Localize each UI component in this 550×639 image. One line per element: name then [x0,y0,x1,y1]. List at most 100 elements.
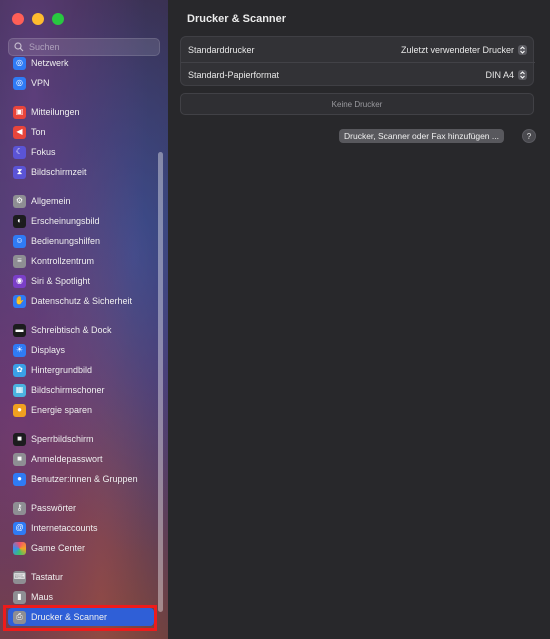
sidebar-nav: ◎ Netzwerk ◎ VPN ▣ Mitteilungen ◀ Ton ☾ Fokus ⧗ Bil… [0,56,160,639]
default-printer-label: Standarddrucker [188,44,255,55]
flower-icon: ✿ [13,363,26,377]
sidebar-item-game-center[interactable]: Game Center [8,539,154,557]
paper-size-value: DIN A4 [485,70,514,80]
sidebar-item-displays[interactable]: ☀ Displays [8,341,154,359]
sidebar-item-label: Datenschutz & Sicherheit [31,296,133,306]
gear-icon: ⚙ [13,194,26,208]
lock-icon: ■ [13,452,26,466]
sidebar-item-netzwerk[interactable]: ◎ Netzwerk [8,56,154,72]
speaker-icon: ◀ [13,125,26,139]
sidebar-item-label: Bedienungshilfen [31,236,101,246]
sidebar-item-label: Passwörter [31,503,77,513]
sidebar-item-erscheinungsbild[interactable]: ◐ Erscheinungsbild [8,212,154,230]
sidebar-item-label: Benutzer:innen & Gruppen [31,474,138,484]
sidebar-item-sperrbildschirm[interactable]: ■ Sperrbildschirm [8,430,154,448]
sidebar-item-label: Game Center [31,543,86,553]
sidebar-item-label: Hintergrundbild [31,365,93,375]
sidebar-item-label: Erscheinungsbild [31,216,100,226]
sun-icon: ☀ [13,343,26,357]
search-icon [14,42,24,52]
game-center-icon [13,541,26,555]
mouse-icon: ▮ [13,590,26,604]
chevron-updown-icon [518,70,527,80]
page-title: Drucker & Scanner [187,13,287,25]
sidebar-item-ton[interactable]: ◀ Ton [8,123,154,141]
at-icon: @ [13,521,26,535]
paper-size-label: Standard-Papierformat [188,70,280,80]
sidebar-item-label: Mitteilungen [31,107,80,117]
sidebar-item-label: Sperrbildschirm [31,434,94,444]
accessibility-icon: ☺ [13,234,26,248]
printer-settings-group: Standarddrucker Zuletzt verwendeter Druc… [180,36,535,87]
zoom-window-button[interactable] [52,13,64,25]
lock-icon: ■ [13,432,26,446]
sidebar-item-label: Tastatur [31,572,64,582]
bulb-icon: ● [13,403,26,417]
close-window-button[interactable] [12,13,24,25]
sidebar-item-label: VPN [31,78,50,88]
sidebar-item-label: Bildschirmschoner [31,385,105,395]
search-input[interactable] [29,42,149,52]
sidebar-scrollbar[interactable] [158,152,163,612]
sidebar-item-label: Siri & Spotlight [31,276,91,286]
sidebar-item-kontrollzentrum[interactable]: ≡ Kontrollzentrum [8,252,154,270]
main-pane: Drucker & Scanner Standarddrucker Zuletz… [168,0,550,639]
sidebar-item-label: Netzwerk [31,58,69,68]
sidebar-item-schreibtisch-dock[interactable]: ▬ Schreibtisch & Dock [8,321,154,339]
help-button[interactable]: ? [522,129,536,143]
sidebar-item-datenschutz-sicherheit[interactable]: ✋ Datenschutz & Sicherheit [8,292,154,310]
sidebar-item-label: Kontrollzentrum [31,256,95,266]
sidebar-item-vpn[interactable]: ◎ VPN [8,74,154,92]
keyboard-icon: ⌨ [13,570,26,584]
globe-icon: ◎ [13,76,26,90]
sidebar-item-label: Internetaccounts [31,523,98,533]
switches-icon: ≡ [13,254,26,268]
siri-icon: ◉ [13,274,26,288]
empty-printer-label: Keine Drucker [331,99,383,109]
appearance-icon: ◐ [13,214,26,228]
paper-size-select[interactable]: DIN A4 [485,70,527,80]
sidebar-item-passwörter[interactable]: ⚷ Passwörter [8,499,154,517]
sidebar-item-label: Allgemein [31,196,71,206]
sidebar-item-bildschirmschoner[interactable]: ▦ Bildschirmschoner [8,381,154,399]
paper-size-row: Standard-Papierformat DIN A4 [181,62,535,87]
annotation-highlight-box [3,605,157,631]
hourglass-icon: ⧗ [13,165,26,179]
sidebar-item-maus[interactable]: ▮ Maus [8,588,154,606]
sidebar-item-bildschirmzeit[interactable]: ⧗ Bildschirmzeit [8,163,154,181]
chevron-updown-icon [518,44,527,55]
users-icon: ● [13,472,26,486]
sidebar-item-label: Maus [31,592,54,602]
screensaver-icon: ▦ [13,383,26,397]
globe-icon: ◎ [13,56,26,70]
hand-icon: ✋ [13,294,26,308]
add-printer-button[interactable]: Drucker, Scanner oder Fax hinzufügen ... [339,129,504,143]
printer-list-empty: Keine Drucker [180,93,534,115]
sidebar-item-label: Displays [31,345,66,355]
sidebar-item-bedienungshilfen[interactable]: ☺ Bedienungshilfen [8,232,154,250]
sidebar-item-energie-sparen[interactable]: ● Energie sparen [8,401,154,419]
minimize-window-button[interactable] [32,13,44,25]
sidebar-item-siri-spotlight[interactable]: ◉ Siri & Spotlight [8,272,154,290]
default-printer-value: Zuletzt verwendeter Drucker [400,44,514,55]
sidebar-item-mitteilungen[interactable]: ▣ Mitteilungen [8,103,154,121]
sidebar-item-anmeldepasswort[interactable]: ■ Anmeldepasswort [8,450,154,468]
search-field[interactable] [8,38,160,56]
sidebar-item-allgemein[interactable]: ⚙ Allgemein [8,192,154,210]
sidebar-item-hintergrundbild[interactable]: ✿ Hintergrundbild [8,361,154,379]
key-icon: ⚷ [13,501,26,515]
default-printer-row: Standarddrucker Zuletzt verwendeter Druc… [181,37,535,62]
sidebar-item-label: Fokus [31,147,56,157]
sidebar-item-tastatur[interactable]: ⌨ Tastatur [8,568,154,586]
sidebar-item-internetaccounts[interactable]: @ Internetaccounts [8,519,154,537]
sidebar-item-fokus[interactable]: ☾ Fokus [8,143,154,161]
sidebar-item-benutzer-innen-gruppen[interactable]: ● Benutzer:innen & Gruppen [8,470,154,488]
window-controls [12,13,64,25]
sidebar-item-label: Schreibtisch & Dock [31,325,112,335]
settings-window: ◎ Netzwerk ◎ VPN ▣ Mitteilungen ◀ Ton ☾ Fokus ⧗ Bil… [0,0,550,639]
sidebar: ◎ Netzwerk ◎ VPN ▣ Mitteilungen ◀ Ton ☾ Fokus ⧗ Bil… [0,0,168,639]
default-printer-select[interactable]: Zuletzt verwendeter Drucker [400,44,527,55]
sidebar-item-label: Ton [31,127,46,137]
dock-icon: ▬ [13,323,26,337]
bell-icon: ▣ [13,105,26,119]
